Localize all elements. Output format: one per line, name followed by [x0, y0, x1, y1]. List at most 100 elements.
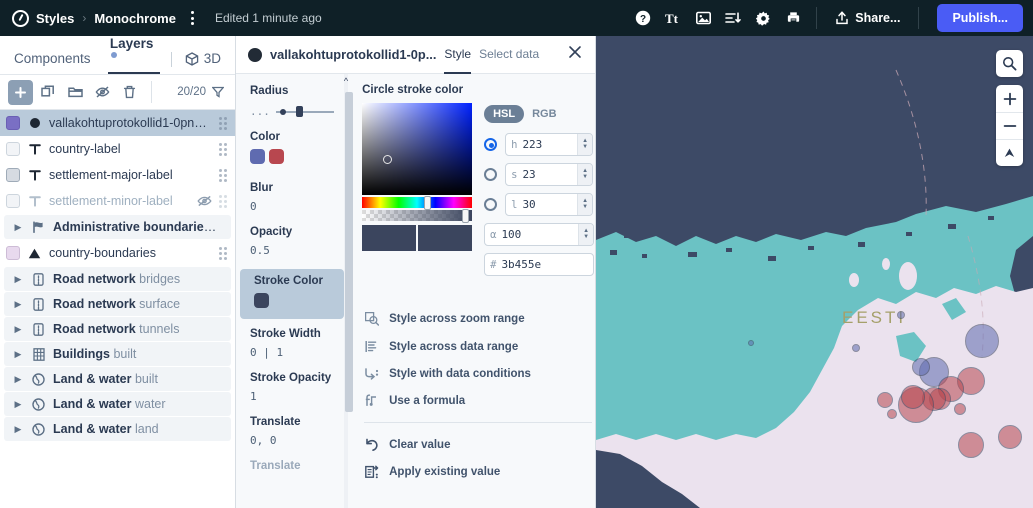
map-marker[interactable]	[965, 324, 999, 358]
layer-hidden-icon[interactable]	[197, 195, 212, 207]
layer-color-swatch[interactable]	[6, 246, 20, 260]
menu-item-style-across-zoom-range[interactable]: Style across zoom range	[362, 305, 594, 333]
expand-caret-icon[interactable]: ▶	[12, 349, 24, 360]
expand-caret-icon[interactable]: ▶	[12, 299, 24, 310]
layer-color-swatch[interactable]	[6, 116, 20, 130]
menu-item-use-a-formula[interactable]: Use a formula	[362, 387, 594, 414]
help-icon[interactable]: ?	[628, 0, 658, 36]
layer-drag-handle[interactable]	[219, 142, 227, 156]
expand-caret-icon[interactable]: ▶	[12, 274, 24, 285]
layer-row[interactable]: vallakohtuprotokollid1-0pn7bs	[0, 110, 235, 136]
breadcrumb-styles[interactable]: Styles	[36, 11, 74, 26]
saturation-stepper[interactable]: ▲ ▼	[577, 164, 593, 185]
gear-icon[interactable]	[748, 0, 778, 36]
attribute-stroke-width[interactable]: Stroke Width 0 | 1	[236, 327, 344, 359]
properties-scrollbar[interactable]: ^	[343, 74, 353, 508]
color-swatch[interactable]	[250, 149, 265, 164]
alpha-slider[interactable]	[362, 208, 473, 223]
expand-caret-icon[interactable]: ▶	[12, 324, 24, 335]
layer-row[interactable]: ▶ Land & water water	[4, 392, 231, 416]
add-layer-button[interactable]	[8, 79, 33, 105]
scrollbar-thumb[interactable]	[344, 92, 353, 412]
saturation-value-field[interactable]	[362, 103, 473, 195]
menu-item-apply-existing-value[interactable]: Apply existing value	[362, 458, 594, 486]
radio-saturation[interactable]	[484, 168, 498, 181]
map-marker[interactable]	[852, 344, 860, 352]
attribute-blur[interactable]: Blur 0	[236, 181, 344, 213]
scroll-up-icon[interactable]: ^	[344, 74, 348, 86]
color-swatch[interactable]	[269, 149, 284, 164]
attribute-stroke-opacity[interactable]: Stroke Opacity 1	[236, 371, 344, 403]
share-button[interactable]: Share...	[825, 11, 910, 25]
layer-row[interactable]: ▶ Road network tunnels	[4, 317, 231, 341]
layer-row[interactable]: ▶ Road network surface	[4, 292, 231, 316]
delete-layer-button[interactable]	[117, 80, 141, 104]
layer-color-swatch[interactable]	[6, 168, 20, 182]
style-menu-kebab-icon[interactable]	[183, 8, 200, 28]
layer-row[interactable]: settlement-minor-label	[0, 188, 235, 214]
expand-caret-icon[interactable]: ▶	[12, 222, 24, 233]
layer-drag-handle[interactable]	[219, 168, 227, 182]
radius-slider[interactable]: ...	[250, 105, 334, 118]
publish-button[interactable]: Publish...	[937, 4, 1023, 32]
tab-layers[interactable]: Layers	[106, 36, 162, 74]
expand-caret-icon[interactable]: ▶	[12, 424, 24, 435]
hide-layer-button[interactable]	[90, 80, 114, 104]
layer-row[interactable]: ▶ Land & water built	[4, 367, 231, 391]
layer-row[interactable]: ▶ Administrative boundaries admin	[4, 215, 231, 239]
layer-row[interactable]: country-boundaries	[0, 240, 235, 266]
tab-style[interactable]: Style	[444, 47, 471, 74]
app-logo-icon[interactable]	[12, 9, 29, 27]
text-icon[interactable]: Tt	[658, 0, 688, 36]
radio-hue[interactable]	[484, 138, 498, 151]
saturation-input[interactable]: s 23 ▲ ▼	[505, 163, 594, 186]
new-folder-button[interactable]	[63, 80, 87, 104]
hex-input[interactable]: # 3b455e	[484, 253, 595, 276]
menu-item-style-with-data-conditions[interactable]: Style with data conditions	[362, 360, 594, 387]
layer-drag-handle[interactable]	[219, 116, 227, 130]
menu-item-clear-value[interactable]: Clear value	[362, 431, 594, 458]
tab-3d[interactable]: 3D	[181, 51, 225, 74]
map-compass-button[interactable]	[996, 139, 1023, 166]
attribute-opacity[interactable]: Opacity 0.5	[236, 225, 344, 257]
expand-caret-icon[interactable]: ▶	[12, 399, 24, 410]
layer-row[interactable]: settlement-major-label	[0, 162, 235, 188]
attribute-radius[interactable]: Radius...	[236, 84, 344, 118]
breadcrumb-monochrome[interactable]: Monochrome	[94, 11, 176, 26]
hue-handle[interactable]	[424, 195, 432, 210]
map-marker[interactable]	[901, 385, 925, 409]
sv-handle[interactable]	[383, 155, 393, 164]
map-marker[interactable]	[912, 358, 930, 376]
map-marker[interactable]	[877, 392, 893, 408]
tab-components[interactable]: Components	[10, 51, 95, 74]
lightness-stepper[interactable]: ▲ ▼	[577, 194, 593, 215]
layer-color-swatch[interactable]	[6, 142, 20, 156]
map-zoom-in-button[interactable]	[996, 85, 1023, 112]
map-marker[interactable]	[958, 432, 984, 458]
attribute-translate[interactable]: Translate	[236, 459, 344, 474]
radio-lightness[interactable]	[484, 198, 498, 211]
hue-input[interactable]: h 223 ▲ ▼	[505, 133, 594, 156]
alpha-stepper[interactable]: ▲ ▼	[578, 224, 594, 245]
alpha-handle[interactable]	[462, 208, 470, 223]
mode-rgb-button[interactable]: RGB	[532, 108, 556, 120]
print-icon[interactable]	[778, 0, 808, 36]
expand-caret-icon[interactable]: ▶	[12, 374, 24, 385]
map-zoom-out-button[interactable]	[996, 112, 1023, 139]
layer-drag-handle[interactable]	[219, 194, 227, 208]
map-marker[interactable]	[897, 311, 905, 319]
lightness-input[interactable]: l 30 ▲ ▼	[505, 193, 594, 216]
map-marker[interactable]	[887, 409, 897, 419]
hue-slider[interactable]	[362, 195, 473, 210]
image-icon[interactable]	[688, 0, 718, 36]
attribute-color[interactable]: Color	[236, 130, 344, 169]
close-icon[interactable]	[563, 45, 587, 64]
map-canvas[interactable]: EESTI	[596, 36, 1033, 508]
attribute-color-swatch[interactable]	[254, 289, 334, 313]
layer-color-swatch[interactable]	[6, 194, 20, 208]
mode-hsl-button[interactable]: HSL	[484, 105, 525, 123]
layer-row[interactable]: ▶ Land & water land	[4, 417, 231, 441]
layers-order-icon[interactable]	[718, 0, 748, 36]
map-search-button[interactable]	[996, 50, 1023, 77]
color-swatch[interactable]	[254, 293, 269, 308]
